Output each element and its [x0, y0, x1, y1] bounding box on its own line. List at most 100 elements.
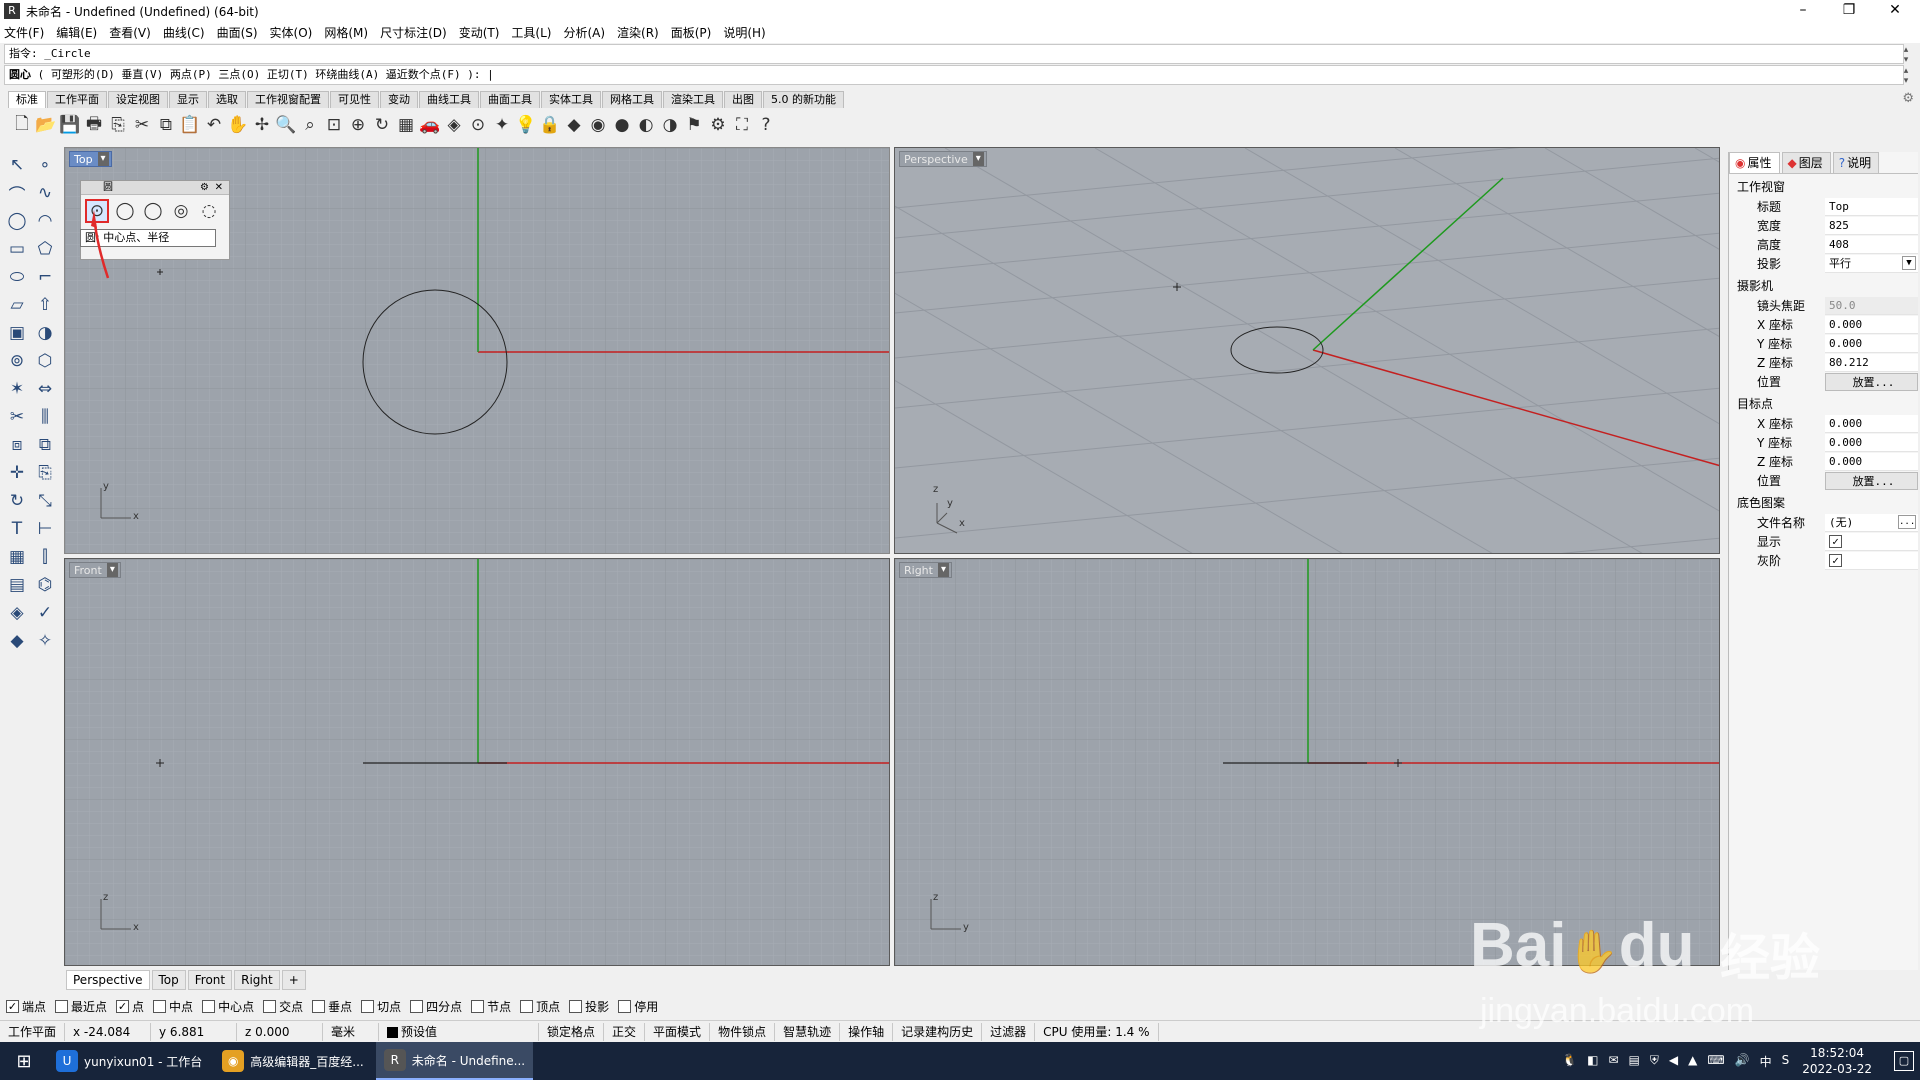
status-toggle-7[interactable]: 过滤器 — [982, 1022, 1036, 1041]
osnap-0[interactable]: ✓ 端点 — [6, 998, 46, 1015]
tray-icon-7[interactable]: ⌨ — [1707, 1053, 1724, 1070]
tab-4[interactable]: 选取 — [208, 91, 246, 108]
status-toggle-1[interactable]: 正交 — [604, 1022, 646, 1041]
zoom-icon[interactable]: 🔍 — [274, 113, 298, 137]
tab-0[interactable]: 标准 — [8, 91, 46, 108]
status-toggle-2[interactable]: 平面模式 — [645, 1022, 711, 1041]
prop-height[interactable]: 408 — [1825, 235, 1918, 254]
osnap-checkbox[interactable]: ✓ — [6, 999, 19, 1013]
grid-snap-icon[interactable]: ⊙ — [466, 113, 490, 137]
mirror-icon[interactable]: ⫿ — [32, 544, 58, 570]
help-icon[interactable]: ? — [754, 113, 778, 137]
point-icon[interactable]: ∘ — [32, 152, 58, 178]
viewport-label-front[interactable]: Front — [69, 562, 121, 578]
lock-icon[interactable]: 🔒 — [538, 113, 562, 137]
open-icon[interactable]: 📂 — [34, 113, 58, 137]
prop-cam-x[interactable]: 0.000 — [1825, 315, 1918, 334]
maximize-button[interactable]: ❐ — [1826, 0, 1872, 22]
polyline-icon[interactable]: ⌒ — [4, 180, 30, 206]
menu-item-6[interactable]: 网格(M) — [324, 24, 368, 41]
copy-tool-icon[interactable]: ⎘ — [32, 460, 58, 486]
cylinder-icon[interactable]: ⊚ — [4, 348, 30, 374]
lights-icon[interactable]: ✦ — [490, 113, 514, 137]
save-icon[interactable]: 💾 — [58, 113, 82, 137]
osnap-checkbox[interactable] — [471, 999, 485, 1013]
zoom-window-icon[interactable]: ⌕ — [298, 113, 322, 137]
browse-button[interactable]: ... — [1898, 514, 1916, 529]
tab-2[interactable]: 设定视图 — [108, 91, 168, 108]
status-toggle-5[interactable]: 操作轴 — [840, 1022, 894, 1041]
history-scroll[interactable]: ▴ ▾ — [1900, 45, 1912, 65]
menu-item-10[interactable]: 分析(A) — [563, 24, 605, 41]
explode-icon[interactable]: ✶ — [4, 376, 30, 402]
circle-around-curve-icon[interactable]: ◌ — [197, 199, 221, 223]
show-checkbox[interactable]: ✓ — [1829, 534, 1842, 548]
viewport-perspective[interactable]: Perspective z y x — [894, 147, 1720, 554]
osnap-checkbox[interactable] — [520, 999, 534, 1013]
pan-icon[interactable]: ✋ — [226, 113, 250, 137]
status-cplane[interactable]: 工作平面 — [0, 1022, 66, 1041]
render-icon[interactable]: ◑ — [658, 113, 682, 137]
osnap-7[interactable]: 切点 — [361, 998, 401, 1015]
tab-3[interactable]: 显示 — [169, 91, 207, 108]
trim-icon[interactable]: ✂ — [4, 404, 30, 430]
tab-7[interactable]: 变动 — [380, 91, 418, 108]
tray-icon-9[interactable]: 中 — [1760, 1053, 1772, 1070]
tray-icon-8[interactable]: 🔊 — [1735, 1053, 1750, 1070]
menu-item-3[interactable]: 曲线(C) — [163, 24, 205, 41]
osnap-10[interactable]: 顶点 — [520, 998, 560, 1015]
menu-item-12[interactable]: 面板(P) — [671, 24, 712, 41]
windows-start-icon[interactable]: ⊞ — [0, 1042, 48, 1080]
status-toggle-6[interactable]: 记录建构历史 — [893, 1022, 983, 1041]
menu-item-13[interactable]: 说明(H) — [723, 24, 765, 41]
material-icon[interactable]: ◆ — [562, 113, 586, 137]
cut-icon[interactable]: ✂ — [130, 113, 154, 137]
rotate-icon[interactable]: ✢ — [250, 113, 274, 137]
prop-filename[interactable]: (无)... — [1825, 513, 1918, 532]
tray-icon-3[interactable]: ▤ — [1629, 1053, 1640, 1070]
prompt-options[interactable]: ( 可塑形的(D) 垂直(V) 两点(P) 三点(O) 正切(T) 环绕曲线(A… — [31, 68, 494, 81]
paste-icon[interactable]: 📋 — [178, 113, 202, 137]
osnap-12[interactable]: 停用 — [618, 998, 658, 1015]
notification-icon[interactable]: ▢ — [1894, 1051, 1914, 1071]
osnap-2[interactable]: ✓ 点 — [116, 998, 144, 1015]
tray-icon-1[interactable]: ◧ — [1587, 1053, 1598, 1070]
tab-properties[interactable]: ◉ 属性 — [1729, 152, 1780, 173]
osnap-1[interactable]: 最近点 — [55, 998, 107, 1015]
layout-icon[interactable]: ▤ — [4, 572, 30, 598]
osnap-checkbox[interactable] — [618, 999, 632, 1013]
osnap-6[interactable]: 垂点 — [312, 998, 352, 1015]
material-tool-icon[interactable]: ◆ — [4, 628, 30, 654]
tab-11[interactable]: 网格工具 — [602, 91, 662, 108]
tab-1[interactable]: 工作平面 — [47, 91, 107, 108]
copy-icon[interactable]: ⧉ — [154, 113, 178, 137]
close-icon[interactable]: ✕ — [215, 181, 223, 194]
curve-icon[interactable]: ∿ — [32, 180, 58, 206]
scale-icon[interactable]: ⤡ — [32, 488, 58, 514]
task-1[interactable]: ◉ 高级编辑器_百度经... — [214, 1042, 371, 1080]
menu-item-11[interactable]: 渲染(R) — [617, 24, 659, 41]
print-icon[interactable]: 🖶 — [82, 113, 106, 137]
join-icon[interactable]: ⇔ — [32, 376, 58, 402]
select-icon[interactable]: ↖ — [4, 152, 30, 178]
zoom-selected-icon[interactable]: ⊕ — [346, 113, 370, 137]
circle-icon[interactable]: ◯ — [4, 208, 30, 234]
dimension-icon[interactable]: ⊢ — [32, 516, 58, 542]
polygon-icon[interactable]: ⬠ — [32, 236, 58, 262]
extrude-icon[interactable]: ⇧ — [32, 292, 58, 318]
import-icon[interactable]: ⎘ — [106, 113, 130, 137]
viewport-tab-2[interactable]: Front — [187, 970, 233, 990]
prop-cam-z[interactable]: 80.212 — [1825, 353, 1918, 372]
flyout-titlebar[interactable]: 圆 ⚙ ✕ — [81, 181, 229, 195]
tab-5[interactable]: 工作视窗配置 — [247, 91, 329, 108]
osnap-5[interactable]: 交点 — [263, 998, 303, 1015]
arc-icon[interactable]: ◠ — [32, 208, 58, 234]
prop-tgt-z[interactable]: 0.000 — [1825, 452, 1918, 471]
prop-projection[interactable]: 平行 ▼ — [1825, 254, 1918, 273]
bulb-icon[interactable]: 💡 — [514, 113, 538, 137]
osnap-checkbox[interactable] — [312, 999, 326, 1013]
viewport-tab-3[interactable]: Right — [234, 970, 280, 990]
menu-item-1[interactable]: 编辑(E) — [56, 24, 97, 41]
prop-tgt-x[interactable]: 0.000 — [1825, 414, 1918, 433]
osnap-8[interactable]: 四分点 — [410, 998, 462, 1015]
